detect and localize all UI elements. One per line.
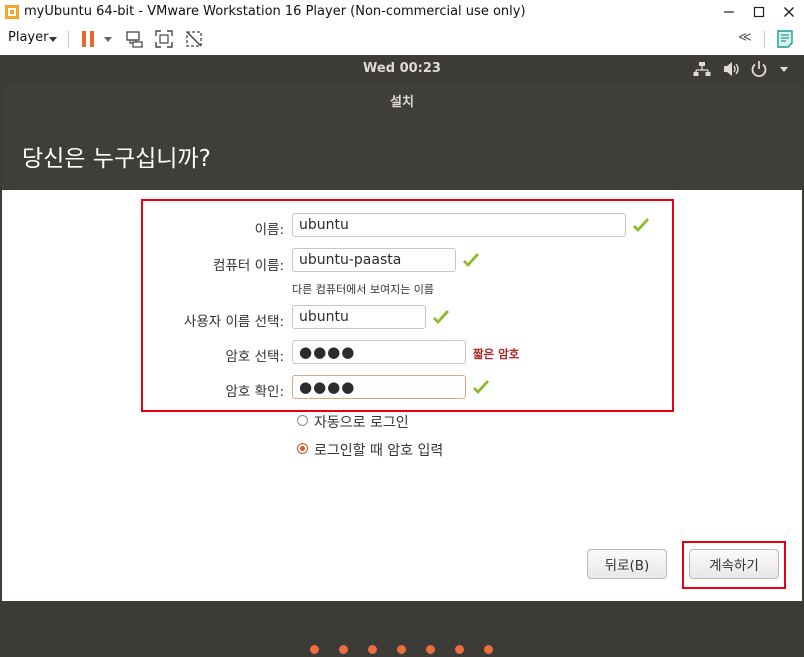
unity-mode-icon[interactable] (184, 29, 204, 49)
send-ctrl-alt-del-icon[interactable] (124, 29, 144, 49)
collapse-icon[interactable]: ≪ (738, 30, 752, 45)
vmware-logo-icon (5, 5, 19, 19)
auto-login-radio[interactable] (297, 415, 308, 426)
maximize-icon[interactable] (744, 0, 774, 24)
progress-dot (368, 645, 377, 654)
network-icon[interactable] (693, 61, 711, 77)
close-icon[interactable] (774, 0, 804, 24)
vmware-toolbar (0, 24, 804, 56)
progress-dot (339, 645, 348, 654)
chevron-down-icon[interactable] (104, 37, 112, 42)
player-menu[interactable]: Player (8, 30, 48, 45)
toolbar-separator (68, 31, 69, 48)
require-password-radio[interactable] (297, 443, 308, 454)
fit-guest-icon[interactable] (154, 29, 174, 49)
annotation-box-form (141, 199, 674, 412)
volume-icon[interactable] (723, 61, 741, 77)
toolbar-separator (764, 31, 765, 48)
window-title: myUbuntu 64-bit - VMware Workstation 16 … (24, 4, 526, 19)
power-icon[interactable] (750, 60, 768, 78)
progress-dot (426, 645, 435, 654)
progress-dot (310, 645, 319, 654)
annotation-box-continue (682, 541, 786, 589)
notes-icon[interactable] (776, 29, 794, 49)
progress-dot (455, 645, 464, 654)
back-button[interactable]: 뒤로(B) (587, 549, 667, 579)
auto-login-label[interactable]: 자동으로 로그인 (314, 412, 409, 432)
installer-window-title: 설치 (390, 95, 414, 110)
progress-dot (484, 645, 493, 654)
chevron-down-icon[interactable] (49, 37, 57, 42)
pause-icon[interactable] (81, 30, 95, 48)
require-password-label[interactable]: 로그인할 때 암호 입력 (314, 440, 443, 460)
progress-dot (397, 645, 406, 654)
chevron-down-icon[interactable] (780, 67, 788, 72)
page-title: 당신은 누구십니까? (22, 146, 211, 172)
minimize-icon[interactable] (714, 0, 744, 24)
clock[interactable]: Wed 00:23 (0, 61, 804, 76)
